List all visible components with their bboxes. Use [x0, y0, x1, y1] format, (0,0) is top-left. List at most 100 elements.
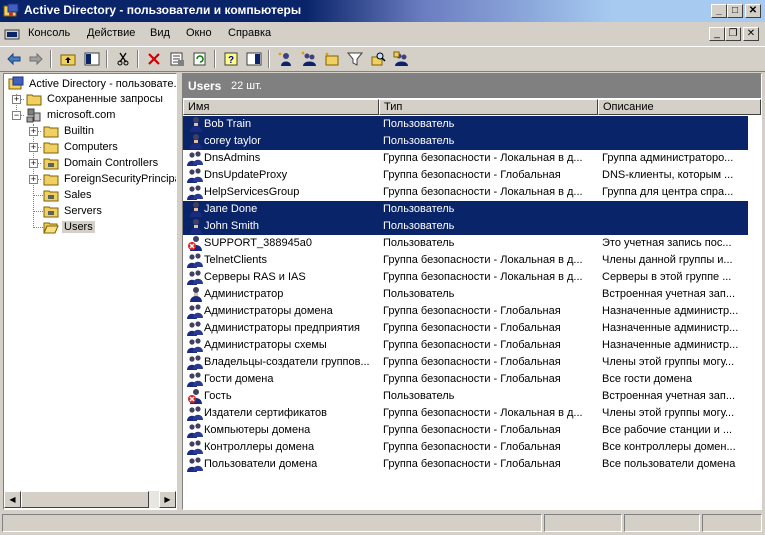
cut-icon[interactable] [113, 49, 133, 69]
menu-view[interactable]: Вид [150, 27, 170, 39]
back-icon[interactable] [4, 49, 24, 69]
expand-computers-icon[interactable]: + [29, 143, 38, 152]
list-item[interactable]: Администратор Пользователь Встроенная учет… [183, 286, 748, 303]
maximize-button[interactable]: □ [727, 4, 743, 18]
object-name: DnsAdmins [204, 152, 261, 164]
show-tree-icon[interactable] [82, 49, 102, 69]
tree-item-foreign-security-principals[interactable]: ForeignSecurityPrincipa... [43, 171, 176, 187]
menu-action[interactable]: Действие [87, 27, 135, 39]
status-panel [2, 514, 542, 532]
list-item[interactable]: TelnetClients Группа безопасности - Локал… [183, 252, 748, 269]
column-name[interactable]: Имя [183, 99, 379, 115]
filter-icon[interactable] [345, 49, 365, 69]
add-to-group-icon[interactable] [391, 49, 411, 69]
list-item[interactable]: DnsAdmins Группа безопасности - Локальная… [183, 150, 748, 167]
list-item[interactable]: Bob Train Пользователь [183, 116, 748, 133]
minimize-button[interactable]: _ [711, 4, 727, 18]
list-item[interactable]: Гости домена Группа безопасности - Глобал… [183, 371, 748, 388]
object-description: Назначенные администр... [602, 322, 739, 334]
tree-root[interactable]: Active Directory - пользовате... [8, 76, 176, 92]
list-item[interactable]: Компьютеры домена Группа безопасности - Г… [183, 422, 748, 439]
properties-icon[interactable] [167, 49, 187, 69]
list-item[interactable]: Издатели сертификатов Группа безопасности… [183, 405, 748, 422]
column-description[interactable]: Описание [598, 99, 761, 115]
list-item[interactable]: DnsUpdateProxy Группа безопасности - Глоб… [183, 167, 748, 184]
new-ou-icon[interactable] [322, 49, 342, 69]
list-item[interactable]: SUPPORT_388945a0 Пользователь Это учетная … [183, 235, 748, 252]
object-name: TelnetClients [204, 254, 267, 266]
forward-icon[interactable] [26, 49, 46, 69]
scroll-right-icon[interactable]: ▶ [159, 491, 176, 508]
menu-window[interactable]: Окно [186, 27, 212, 39]
list-item[interactable]: Пользователи домена Группа безопасности -… [183, 456, 748, 473]
object-name: corey taylor [204, 135, 261, 147]
scroll-left-icon[interactable]: ◀ [4, 491, 21, 508]
title-bar[interactable]: Active Directory - пользователи и компью… [0, 0, 765, 22]
delete-icon[interactable] [144, 49, 164, 69]
object-name: Владельцы-создатели группов... [204, 356, 370, 368]
new-user-icon[interactable] [275, 49, 295, 69]
tree-item-servers[interactable]: Servers [43, 203, 104, 219]
toolbar-separator [268, 50, 270, 68]
list-item[interactable]: HelpServicesGroup Группа безопасности - Л… [183, 184, 748, 201]
list-item[interactable]: Владельцы-создатели группов... Группа без… [183, 354, 748, 371]
expand-builtin-icon[interactable]: + [29, 127, 38, 136]
list-item[interactable]: John Smith Пользователь [183, 218, 748, 235]
expand-saved-queries-icon[interactable]: + [12, 95, 21, 104]
list-item[interactable]: Контроллеры домена Группа безопасности - … [183, 439, 748, 456]
tree-item-domain-controllers[interactable]: Domain Controllers [43, 155, 160, 171]
tree-item-label: Domain Controllers [64, 157, 159, 169]
tree-item-builtin[interactable]: Builtin [43, 123, 96, 139]
list-item[interactable]: corey taylor Пользователь [183, 133, 748, 150]
object-description: Встроенная учетная зап... [602, 390, 736, 402]
object-name: Издатели сертификатов [204, 407, 327, 419]
console-icon[interactable] [4, 26, 20, 42]
object-name: Контроллеры домена [204, 441, 315, 453]
up-folder-icon[interactable] [58, 49, 78, 69]
tree-item-saved-queries[interactable]: Сохраненные запросы [26, 91, 165, 107]
help-icon[interactable]: ? [221, 49, 241, 69]
expand-domain-controllers-icon[interactable]: + [29, 159, 38, 168]
expand-foreign-security-icon[interactable]: + [29, 175, 38, 184]
details-view-icon[interactable] [244, 49, 264, 69]
menu-help[interactable]: Справка [228, 27, 271, 39]
tree-horizontal-scrollbar[interactable]: ◀ ▶ [4, 491, 176, 508]
list-item[interactable]: Jane Done Пользователь [183, 201, 748, 218]
mdi-minimize-button[interactable]: _ [709, 27, 725, 41]
object-type: Пользователь [383, 390, 455, 402]
column-type[interactable]: Тип [379, 99, 598, 115]
status-bar [0, 512, 765, 535]
mdi-close-button[interactable]: ✕ [743, 27, 759, 41]
object-type: Пользователь [383, 220, 455, 232]
object-description: Все рабочие станции и ... [602, 424, 733, 436]
tree-item-domain[interactable]: microsoft.com [26, 107, 117, 123]
user-icon [187, 133, 203, 149]
tree-item-computers[interactable]: Computers [43, 139, 120, 155]
object-name: Администраторы предприятия [204, 322, 361, 334]
list-item[interactable]: Гость Пользователь Встроенная учетная зап.… [183, 388, 748, 405]
object-name: Администратор [204, 288, 284, 300]
object-name: Пользователи домена [204, 458, 318, 470]
collapse-domain-icon[interactable]: − [12, 111, 21, 120]
group-icon [187, 371, 203, 387]
console-tree[interactable]: Active Directory - пользовате... + Сохра… [3, 73, 177, 510]
close-button[interactable]: ✕ [745, 4, 761, 18]
mdi-restore-button[interactable]: ❐ [725, 27, 741, 41]
toolbar-separator [50, 50, 52, 68]
object-description: Встроенная учетная зап... [602, 288, 736, 300]
ou-folder-icon [43, 158, 59, 170]
list-item[interactable]: Администраторы схемы Группа безопасности … [183, 337, 748, 354]
scroll-thumb[interactable] [21, 491, 149, 508]
refresh-icon[interactable] [190, 49, 210, 69]
menu-console[interactable]: Консоль [28, 27, 70, 39]
tree-item-label: Сохраненные запросы [47, 93, 163, 105]
find-icon[interactable] [368, 49, 388, 69]
object-type: Пользователь [383, 118, 455, 130]
list-item[interactable]: Серверы RAS и IAS Группа безопасности - Л… [183, 269, 748, 286]
tree-item-sales[interactable]: Sales [43, 187, 94, 203]
new-group-icon[interactable] [299, 49, 319, 69]
object-type: Группа безопасности - Глобальная [383, 424, 561, 436]
list-item[interactable]: Администраторы предприятия Группа безопас… [183, 320, 748, 337]
list-item[interactable]: Администраторы домена Группа безопасности… [183, 303, 748, 320]
tree-item-users[interactable]: Users [43, 219, 95, 235]
